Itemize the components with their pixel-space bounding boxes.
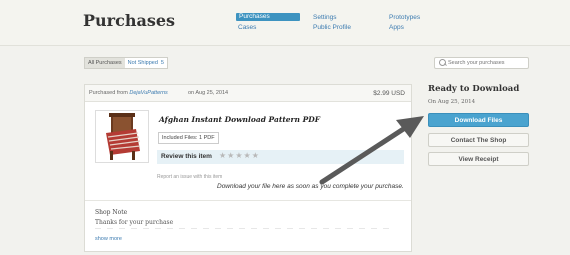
nav-purchases[interactable]: Purchases bbox=[236, 13, 300, 21]
search-input[interactable] bbox=[448, 60, 526, 66]
page-header: Purchases Purchases Cases Settings Publi… bbox=[0, 0, 570, 46]
purchase-card-header: Purchased from DejaVuPatterns on Aug 25,… bbox=[85, 85, 411, 102]
filter-not-shipped[interactable]: Not Shipped 5 bbox=[125, 58, 167, 68]
purchased-from: Purchased from DejaVuPatterns bbox=[89, 90, 168, 96]
nav-cases[interactable]: Cases bbox=[238, 24, 256, 32]
not-shipped-count: 5 bbox=[160, 60, 164, 66]
search-icon[interactable] bbox=[438, 58, 448, 68]
download-annotation: Download your file here as soon as you c… bbox=[217, 183, 404, 190]
page-title: Purchases bbox=[83, 11, 176, 30]
nav-apps[interactable]: Apps bbox=[389, 24, 404, 32]
show-more-link[interactable]: show more bbox=[95, 236, 122, 242]
nav-prototypes[interactable]: Prototypes bbox=[389, 14, 420, 22]
ready-to-download-title: Ready to Download bbox=[428, 84, 520, 94]
review-bar: Review this item ★★★★★ bbox=[157, 150, 404, 164]
purchase-price: $2.99 USD bbox=[373, 90, 405, 97]
ready-date: On Aug 25, 2014 bbox=[428, 99, 476, 105]
purchased-from-label: Purchased from bbox=[89, 90, 128, 96]
purchase-filter-group: All Purchases Not Shipped 5 bbox=[84, 57, 168, 69]
contact-shop-button[interactable]: Contact The Shop bbox=[428, 133, 529, 147]
view-receipt-button[interactable]: View Receipt bbox=[428, 152, 529, 166]
nav-public-profile[interactable]: Public Profile bbox=[313, 24, 351, 32]
item-thumbnail[interactable] bbox=[95, 110, 149, 163]
shop-note-text: Thanks for your purchase bbox=[95, 219, 174, 226]
purchase-date: on Aug 25, 2014 bbox=[188, 90, 229, 96]
shop-note-faded-text bbox=[95, 228, 395, 233]
filter-not-shipped-label: Not Shipped bbox=[127, 60, 158, 66]
download-files-button[interactable]: Download Files bbox=[428, 113, 529, 127]
item-thumbnail-image bbox=[96, 111, 148, 162]
report-issue-link[interactable]: Report an issue with this item bbox=[157, 174, 222, 180]
shop-note-title: Shop Note bbox=[95, 209, 128, 216]
item-title[interactable]: Afghan Instant Download Pattern PDF bbox=[159, 115, 320, 124]
shop-link[interactable]: DejaVuPatterns bbox=[129, 90, 167, 96]
search-box bbox=[434, 57, 529, 69]
included-files: Included Files: 1 PDF bbox=[158, 132, 219, 144]
rating-stars[interactable]: ★★★★★ bbox=[219, 151, 260, 160]
review-label: Review this item bbox=[161, 153, 212, 160]
filter-all-purchases[interactable]: All Purchases bbox=[85, 58, 125, 68]
purchase-card: Purchased from DejaVuPatterns on Aug 25,… bbox=[84, 84, 412, 252]
nav-settings[interactable]: Settings bbox=[313, 14, 337, 22]
card-divider bbox=[85, 200, 411, 201]
